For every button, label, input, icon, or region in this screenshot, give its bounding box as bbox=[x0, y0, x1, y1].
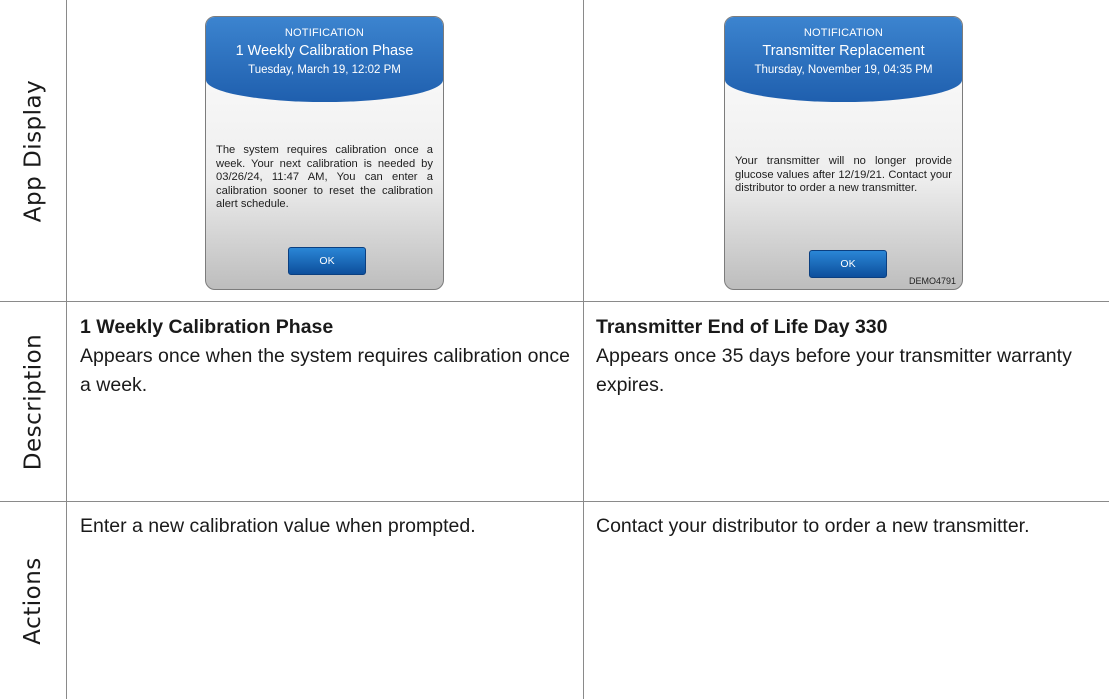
dialog-header: NOTIFICATION 1 Weekly Calibration Phase … bbox=[206, 17, 443, 102]
dialog-date: Thursday, November 19, 04:35 PM bbox=[754, 64, 933, 76]
ok-button[interactable]: OK bbox=[809, 250, 887, 278]
dialog-header: NOTIFICATION Transmitter Replacement Thu… bbox=[725, 17, 962, 102]
actions-right: Contact your distributor to order a new … bbox=[596, 512, 1101, 541]
row-label-description-text: Description bbox=[20, 333, 46, 470]
column-divider-middle bbox=[583, 0, 584, 699]
row-label-description: Description bbox=[0, 302, 66, 501]
description-left: 1 Weekly Calibration Phase Appears once … bbox=[80, 313, 570, 400]
description-right: Transmitter End of Life Day 330 Appears … bbox=[596, 313, 1086, 400]
actions-left-text: Enter a new calibration value when promp… bbox=[80, 515, 476, 537]
ok-button[interactable]: OK bbox=[288, 247, 366, 275]
row-label-actions-text: Actions bbox=[20, 556, 47, 645]
dialog-date: Tuesday, March 19, 12:02 PM bbox=[248, 64, 401, 76]
dialog-title: Transmitter Replacement bbox=[762, 43, 925, 59]
row-label-app-display: App Display bbox=[0, 0, 66, 301]
dialog-message: The system requires calibration once a w… bbox=[216, 144, 433, 211]
description-left-title: 1 Weekly Calibration Phase bbox=[80, 316, 334, 338]
description-left-text: Appears once when the system requires ca… bbox=[80, 345, 570, 396]
dialog-title: 1 Weekly Calibration Phase bbox=[235, 43, 414, 59]
description-right-title: Transmitter End of Life Day 330 bbox=[596, 316, 888, 338]
column-divider-left bbox=[66, 0, 67, 699]
actions-right-text: Contact your distributor to order a new … bbox=[596, 515, 1030, 537]
dialog-kicker: NOTIFICATION bbox=[803, 27, 884, 39]
transmitter-notification-dialog: NOTIFICATION Transmitter Replacement Thu… bbox=[724, 16, 963, 290]
row-divider-2 bbox=[0, 501, 1109, 502]
calibration-notification-dialog: NOTIFICATION 1 Weekly Calibration Phase … bbox=[205, 16, 444, 290]
actions-left: Enter a new calibration value when promp… bbox=[80, 512, 570, 541]
dialog-kicker: NOTIFICATION bbox=[284, 27, 365, 39]
row-label-app-display-text: App Display bbox=[20, 79, 46, 222]
row-label-actions: Actions bbox=[0, 502, 66, 699]
dialog-message: Your transmitter will no longer provide … bbox=[735, 155, 952, 195]
demo-code: DEMO4791 bbox=[908, 276, 956, 286]
description-right-text: Appears once 35 days before your transmi… bbox=[596, 345, 1072, 396]
row-divider-1 bbox=[0, 301, 1109, 302]
